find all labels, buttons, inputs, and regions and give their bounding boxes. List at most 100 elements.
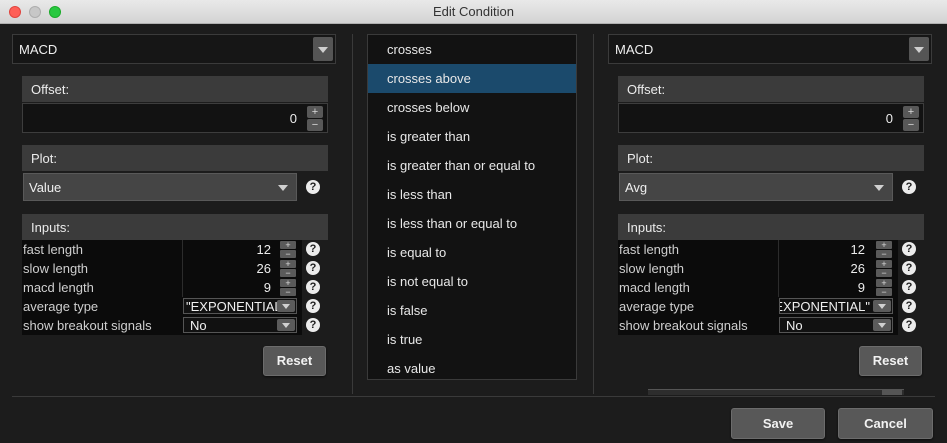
right-inputs-table: fast length 12 + − slow length 26 + − ma… <box>618 240 898 335</box>
left-offset-header: Offset: <box>22 76 328 102</box>
list-item[interactable]: is false <box>368 296 576 325</box>
question-mark-icon[interactable]: ? <box>902 299 916 313</box>
input-value-cell[interactable]: 9 + − <box>182 278 302 297</box>
minus-icon[interactable]: − <box>280 250 296 259</box>
table-row: fast length 12 + − <box>22 240 302 259</box>
list-item[interactable]: is equal to <box>368 238 576 267</box>
table-row: show breakout signals No <box>618 316 898 335</box>
input-value-cell[interactable]: 12 + − <box>778 240 898 259</box>
right-reset-button[interactable]: Reset <box>859 346 922 376</box>
list-item-selected[interactable]: crosses above <box>368 64 576 93</box>
list-item[interactable]: is true <box>368 325 576 354</box>
window-title: Edit Condition <box>433 4 514 19</box>
input-name: macd length <box>619 280 690 295</box>
input-value: 12 <box>256 242 271 257</box>
left-offset-label: Offset: <box>31 82 70 97</box>
minus-icon[interactable]: − <box>280 288 296 297</box>
list-item[interactable]: is greater than or equal to <box>368 151 576 180</box>
plus-icon[interactable]: + <box>280 260 296 269</box>
question-mark-icon[interactable]: ? <box>902 318 916 332</box>
plus-icon[interactable]: + <box>307 106 323 118</box>
right-offset-label: Offset: <box>627 82 666 97</box>
chevron-down-icon[interactable] <box>909 37 929 61</box>
table-row: macd length 9 + − <box>618 278 898 297</box>
average-type-select[interactable]: "EXPONENTIAL" <box>183 298 297 314</box>
input-name: macd length <box>23 280 94 295</box>
right-offset-value: 0 <box>885 111 893 126</box>
list-item[interactable]: is less than or equal to <box>368 209 576 238</box>
minus-icon[interactable]: − <box>876 288 892 297</box>
question-mark-icon[interactable]: ? <box>902 242 916 256</box>
question-mark-icon[interactable]: ? <box>306 299 320 313</box>
breakout-signals-select[interactable]: No <box>183 317 297 333</box>
input-name: fast length <box>619 242 679 257</box>
right-offset-header: Offset: <box>618 76 924 102</box>
minus-icon[interactable]: − <box>876 250 892 259</box>
plus-icon[interactable]: + <box>876 260 892 269</box>
left-plot-header: Plot: <box>22 145 328 171</box>
question-mark-icon[interactable]: ? <box>306 242 320 256</box>
right-offset-field[interactable]: 0 + − <box>618 103 924 133</box>
minus-icon[interactable]: − <box>280 269 296 278</box>
left-inputs-table: fast length 12 + − slow length 26 + − ma… <box>22 240 302 335</box>
horizontal-scrollbar[interactable] <box>648 389 904 395</box>
question-mark-icon[interactable]: ? <box>306 261 320 275</box>
dialog-body: MACD Offset: 0 + − Plot: Value ? Inputs:… <box>0 24 947 443</box>
plus-icon[interactable]: + <box>903 106 919 118</box>
footer-divider <box>12 396 935 397</box>
list-item[interactable]: is less than <box>368 180 576 209</box>
list-item[interactable]: crosses below <box>368 93 576 122</box>
average-type-select[interactable]: "EXPONENTIAL" <box>779 298 893 314</box>
question-mark-icon[interactable]: ? <box>306 318 320 332</box>
left-reset-button[interactable]: Reset <box>263 346 326 376</box>
minus-icon[interactable]: − <box>307 119 323 131</box>
minus-icon[interactable]: − <box>903 119 919 131</box>
table-row: macd length 9 + − <box>22 278 302 297</box>
left-plot-select[interactable]: Value <box>23 173 297 201</box>
input-value: "EXPONENTIAL" <box>779 299 870 314</box>
input-value-cell[interactable]: 26 + − <box>778 259 898 278</box>
chevron-down-icon[interactable] <box>873 300 891 312</box>
right-study-select[interactable]: MACD <box>608 34 932 64</box>
left-offset-field[interactable]: 0 + − <box>22 103 328 133</box>
plus-icon[interactable]: + <box>876 241 892 250</box>
chevron-down-icon[interactable] <box>277 300 295 312</box>
list-item[interactable]: as value <box>368 354 576 383</box>
operator-list[interactable]: crosses crosses above crosses below is g… <box>367 34 577 380</box>
input-value-cell[interactable]: 9 + − <box>778 278 898 297</box>
chevron-down-icon[interactable] <box>277 319 295 331</box>
left-plot-label: Plot: <box>31 151 58 166</box>
question-mark-icon[interactable]: ? <box>306 280 320 294</box>
left-inputs-label: Inputs: <box>31 220 71 235</box>
minus-icon[interactable]: − <box>876 269 892 278</box>
scroll-thumb[interactable] <box>882 390 902 395</box>
right-plot-label: Plot: <box>627 151 654 166</box>
question-mark-icon[interactable]: ? <box>902 280 916 294</box>
breakout-signals-select[interactable]: No <box>779 317 893 333</box>
plus-icon[interactable]: + <box>280 241 296 250</box>
table-row: slow length 26 + − <box>618 259 898 278</box>
right-plot-select[interactable]: Avg <box>619 173 893 201</box>
left-offset-value: 0 <box>289 111 297 126</box>
list-item[interactable]: is greater than <box>368 122 576 151</box>
table-row: average type "EXPONENTIAL" <box>618 297 898 316</box>
input-name: slow length <box>619 261 685 276</box>
question-mark-icon[interactable]: ? <box>902 180 916 194</box>
plus-icon[interactable]: + <box>876 279 892 288</box>
input-name: average type <box>23 299 99 314</box>
list-item[interactable]: is not equal to <box>368 267 576 296</box>
input-value-cell[interactable]: 12 + − <box>182 240 302 259</box>
list-item[interactable]: crosses <box>368 35 576 64</box>
chevron-down-icon[interactable] <box>313 37 333 61</box>
table-row: show breakout signals No <box>22 316 302 335</box>
question-mark-icon[interactable]: ? <box>902 261 916 275</box>
question-mark-icon[interactable]: ? <box>306 180 320 194</box>
input-name: fast length <box>23 242 83 257</box>
cancel-button[interactable]: Cancel <box>838 408 933 439</box>
left-study-select[interactable]: MACD <box>12 34 336 64</box>
input-value-cell[interactable]: 26 + − <box>182 259 302 278</box>
table-row: average type "EXPONENTIAL" <box>22 297 302 316</box>
chevron-down-icon[interactable] <box>873 319 891 331</box>
save-button[interactable]: Save <box>731 408 825 439</box>
plus-icon[interactable]: + <box>280 279 296 288</box>
